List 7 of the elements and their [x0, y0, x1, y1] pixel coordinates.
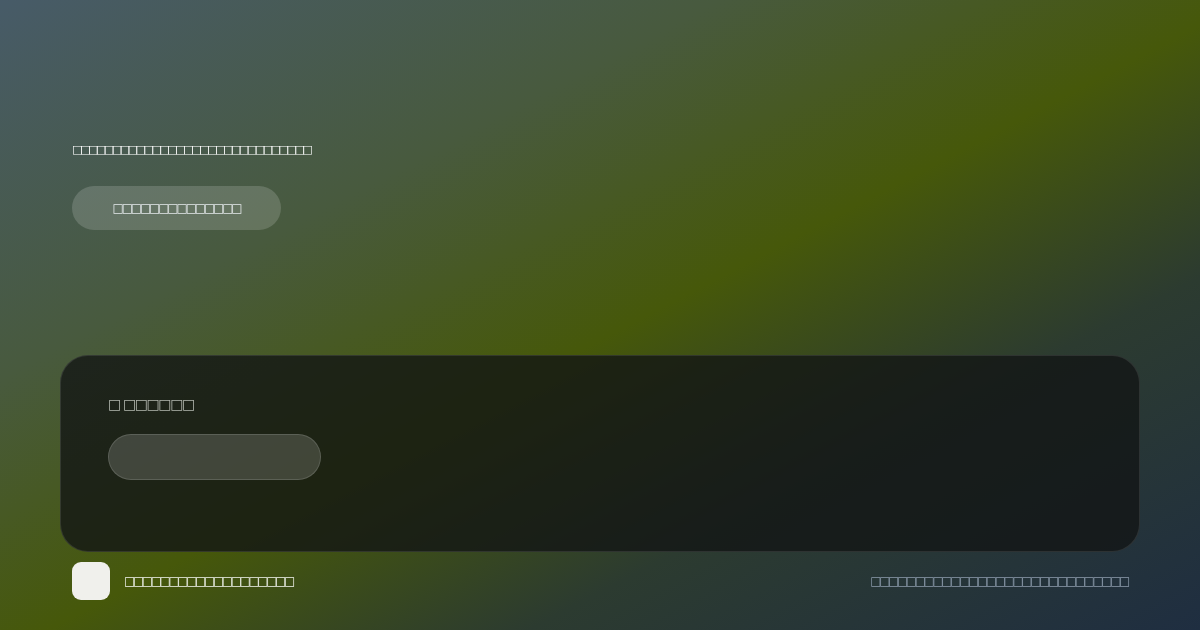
footer-note: □□□□□□□□□□□□□□□□□□□□□□□□□□□□□ [870, 574, 1128, 588]
action-button[interactable]: □□□□□□□□□□□□□□ [72, 186, 281, 230]
field-label: □ □□□□□□ [108, 396, 194, 412]
input-field[interactable] [108, 434, 321, 480]
headline: □□□□□□□□□□□□□□□□□□□□□□□□□□□□□□ [72, 142, 311, 158]
logo-tile-icon [72, 562, 110, 600]
brand-name: □□□□□□□□□□□□□□□□□□□ [124, 574, 293, 588]
